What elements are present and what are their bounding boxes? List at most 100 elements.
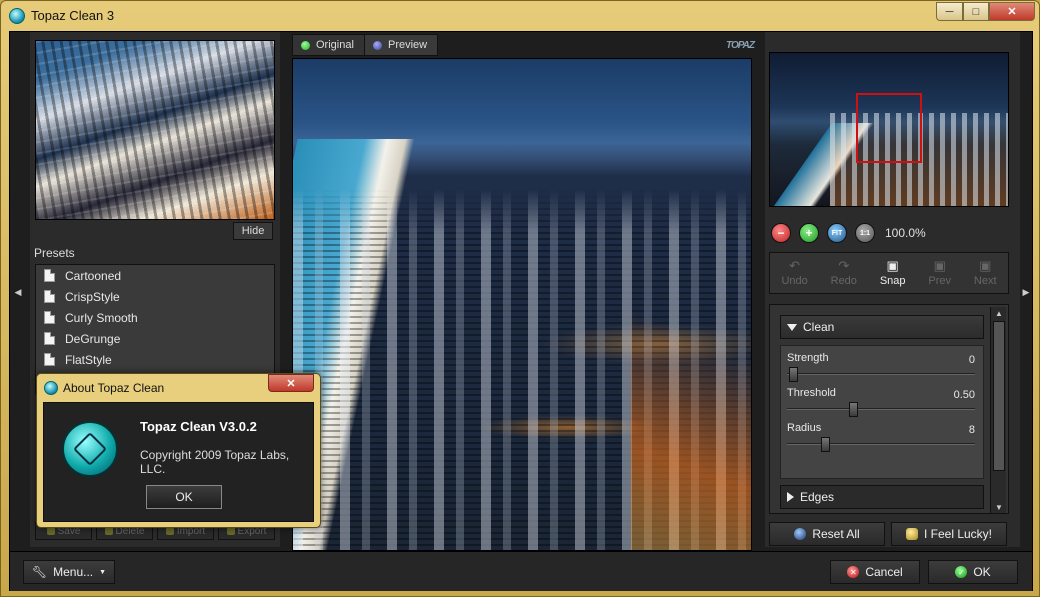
preset-item[interactable]: FlatStyle (36, 349, 274, 370)
cancel-icon: ✕ (847, 566, 860, 578)
menu-button[interactable]: 🔧︎ Menu... ▼ (23, 560, 115, 584)
strength-slider-group: Strength 0 (787, 352, 977, 386)
preset-file-icon (44, 353, 55, 366)
radius-slider-group: Radius 8 (787, 422, 977, 456)
preset-file-icon (44, 290, 55, 303)
presets-label: Presets (34, 246, 75, 260)
preset-file-icon (44, 332, 55, 345)
clean-section-header[interactable]: Clean (780, 315, 984, 339)
app-window: Topaz Clean 3 ─ □ ✕ ◀ ▶ Hide Presets Car… (0, 0, 1040, 597)
prev-snapshot-icon: ▣ (933, 258, 946, 273)
close-icon: ✕ (286, 377, 296, 390)
zoom-level: 100.0% (885, 226, 926, 240)
radius-slider-track[interactable] (787, 443, 975, 445)
redo-button[interactable]: ↷ Redo (831, 258, 857, 288)
preset-file-icon (44, 311, 55, 324)
preset-item[interactable]: CrispStyle (36, 286, 274, 307)
tab-original[interactable]: Original (292, 34, 365, 56)
original-tab-icon (301, 40, 310, 50)
adjustments-scrollbar[interactable]: ▲ ▼ (990, 307, 1006, 513)
preset-item[interactable]: DeGrunge (36, 328, 274, 349)
clean-sliders: Strength 0 Threshold 0.50 Radius 8 (780, 345, 984, 479)
minimize-button[interactable]: ─ (936, 2, 963, 21)
strength-value: 0 (968, 354, 975, 366)
ok-button[interactable]: ✓ OK (928, 560, 1018, 584)
threshold-slider-track[interactable] (787, 408, 975, 410)
fit-icon: FIT (831, 229, 843, 237)
close-button[interactable]: ✕ (989, 2, 1035, 21)
actual-size-icon: 1:1 (859, 229, 871, 237)
threshold-slider-handle[interactable] (848, 402, 858, 417)
undo-button[interactable]: ↶ Undo (781, 258, 807, 288)
navigator-viewport-rect[interactable] (856, 93, 922, 163)
radius-label: Radius (787, 422, 822, 434)
topaz-labs-logo: TOPAZ (726, 39, 755, 51)
adjustments-panel: Clean Strength 0 Threshold 0.50 Radius 8… (769, 304, 1009, 514)
maximize-button[interactable]: □ (963, 2, 989, 21)
preset-preview-thumbnail (35, 40, 275, 220)
camera-icon: ▣ (886, 258, 899, 273)
tab-preview[interactable]: Preview (364, 34, 439, 56)
zoom-actual-button[interactable]: 1:1 (855, 223, 875, 243)
topaz-logo-icon (62, 421, 118, 477)
next-button[interactable]: ▣ Next (974, 258, 997, 288)
window-controls: ─ □ ✕ (936, 2, 1035, 21)
feel-lucky-button[interactable]: I Feel Lucky! (891, 522, 1007, 546)
reset-all-button[interactable]: Reset All (769, 522, 885, 546)
radius-slider-handle[interactable] (820, 437, 830, 452)
strength-slider-handle[interactable] (788, 367, 798, 382)
reset-icon (794, 528, 807, 540)
strength-slider-track[interactable] (787, 373, 975, 375)
preview-city-lights (631, 250, 751, 550)
delete-icon (104, 527, 113, 535)
right-panel: − + FIT 1:1 100.0% ↶ Undo ↷ Redo ▣ Snap ▣ Pr… (765, 32, 1020, 547)
copyright-text: Copyright 2009 Topaz Labs, LLC. (140, 448, 290, 476)
about-dialog: About Topaz Clean ✕ Topaz Clean V3.0.2 C… (36, 373, 321, 528)
preset-item[interactable]: Curly Smooth (36, 307, 274, 328)
next-snapshot-icon: ▣ (979, 258, 992, 273)
import-icon (165, 527, 174, 535)
threshold-value: 0.50 (953, 389, 975, 401)
undo-icon: ↶ (789, 258, 801, 273)
close-icon: ✕ (1007, 6, 1017, 18)
dialog-app-icon (44, 381, 58, 395)
scrollbar-thumb[interactable] (993, 321, 1005, 471)
dialog-ok-button[interactable]: OK (146, 485, 222, 509)
threshold-slider-group: Threshold 0.50 (787, 387, 977, 421)
redo-icon: ↷ (838, 258, 850, 273)
zoom-in-button[interactable]: + (799, 223, 819, 243)
image-preview-canvas[interactable] (292, 58, 752, 551)
chevron-down-icon: ▼ (99, 568, 107, 576)
app-icon (9, 8, 25, 24)
collapse-right-arrow-icon[interactable]: ▶ (1020, 282, 1032, 302)
hide-button[interactable]: Hide (233, 222, 273, 240)
maximize-icon: □ (972, 5, 980, 18)
wrench-icon: 🔧︎ (31, 565, 48, 579)
navigator-thumbnail[interactable] (769, 52, 1009, 207)
scroll-down-icon[interactable]: ▼ (991, 501, 1007, 513)
diamond-icon (73, 432, 107, 466)
collapse-left-arrow-icon[interactable]: ◀ (12, 282, 24, 302)
preview-tab-icon (373, 40, 382, 50)
window-title: Topaz Clean 3 (31, 8, 115, 23)
footer-bar: 🔧︎ Menu... ▼ ✕ Cancel ✓ OK (10, 551, 1032, 591)
prev-button[interactable]: ▣ Prev (928, 258, 951, 288)
minimize-icon: ─ (945, 5, 954, 18)
save-icon (46, 527, 55, 535)
edges-section-header[interactable]: Edges (780, 485, 984, 509)
plus-icon: + (805, 226, 813, 240)
title-bar[interactable]: Topaz Clean 3 ─ □ ✕ (1, 1, 1040, 31)
dialog-title: About Topaz Clean (63, 381, 165, 395)
preset-item[interactable]: Cartooned (36, 265, 274, 286)
zoom-fit-button[interactable]: FIT (827, 223, 847, 243)
expand-down-icon (787, 323, 797, 331)
cancel-button[interactable]: ✕ Cancel (830, 560, 920, 584)
zoom-out-button[interactable]: − (771, 223, 791, 243)
export-icon (226, 527, 235, 535)
scroll-up-icon[interactable]: ▲ (991, 307, 1007, 319)
strength-label: Strength (787, 352, 829, 364)
snap-button[interactable]: ▣ Snap (880, 258, 906, 288)
check-icon: ✓ (955, 566, 968, 578)
dialog-close-button[interactable]: ✕ (268, 374, 314, 392)
dialog-body: Topaz Clean V3.0.2 Copyright 2009 Topaz … (43, 402, 314, 522)
